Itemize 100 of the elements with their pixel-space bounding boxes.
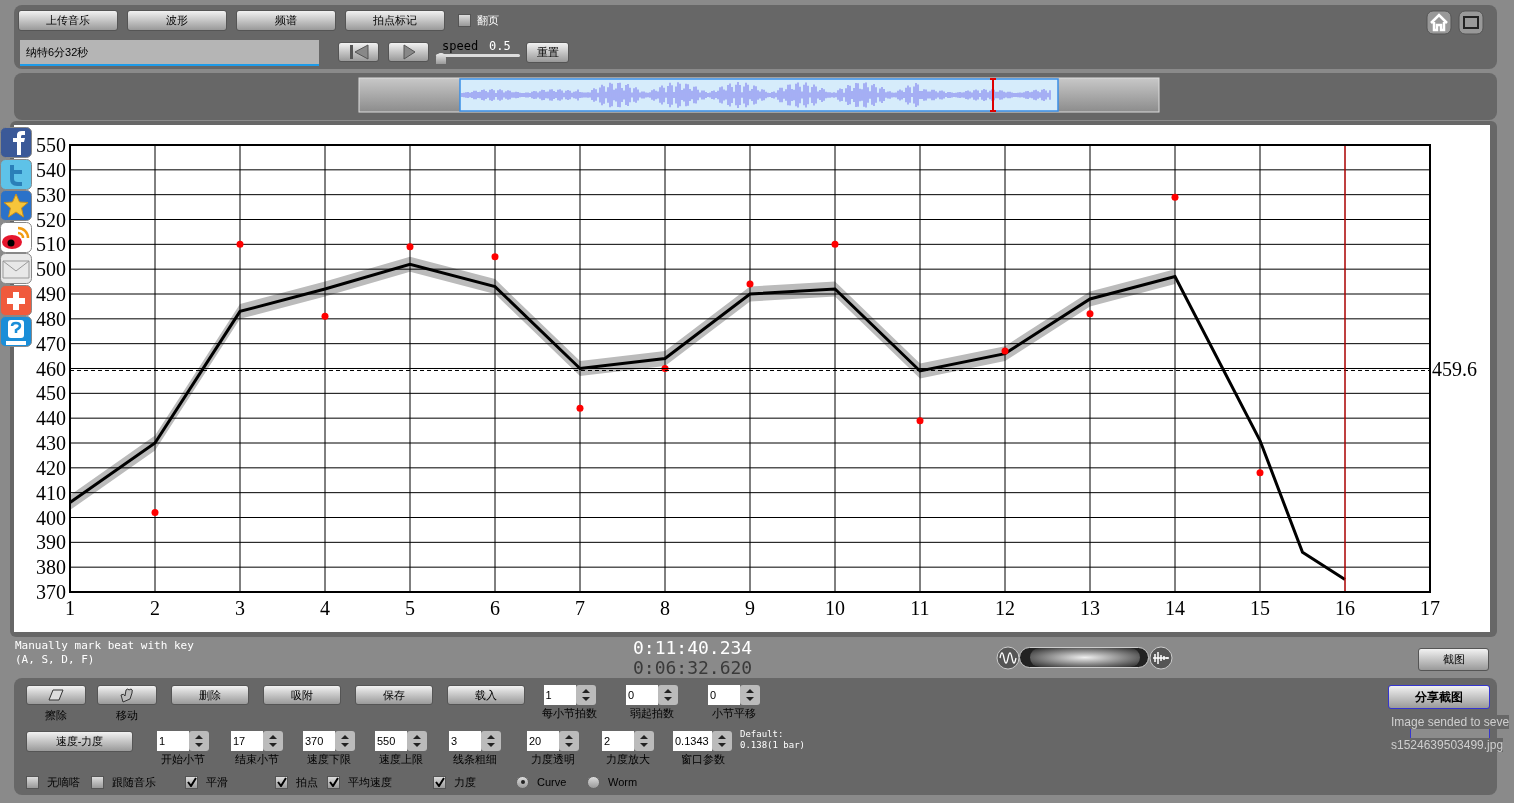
spinner-arrows[interactable] [559, 731, 579, 751]
share-screenshot-button[interactable]: 分享截图 [1388, 685, 1490, 709]
number-field[interactable]: 2 [602, 731, 634, 751]
x-tick-label: 13 [1080, 597, 1100, 619]
spinner-arrows[interactable] [634, 731, 654, 751]
x-tick-label: 15 [1250, 597, 1270, 619]
field-label: 力度放大 [606, 753, 650, 766]
tool-button[interactable] [97, 685, 157, 705]
speed-slider[interactable] [436, 53, 522, 65]
x-tick-label: 3 [235, 597, 245, 619]
y-tick-label: 450 [36, 382, 66, 405]
spinner-arrows[interactable] [740, 685, 760, 705]
toolbar-button[interactable]: 上传音乐 [18, 10, 118, 31]
y-tick-label: 390 [36, 531, 66, 554]
action-button[interactable]: 保存 [355, 685, 433, 705]
y-tick-label: 460 [36, 357, 66, 380]
total-time: 0:11:40.234 [633, 638, 753, 658]
waveform-zoom-icon[interactable] [996, 646, 1020, 670]
hint-text: (A, S, D, F) [15, 653, 96, 667]
option-label: 力度 [454, 775, 476, 790]
action-button[interactable]: 载入 [447, 685, 525, 705]
spectrum-zoom-icon[interactable] [1149, 646, 1173, 670]
action-button[interactable]: 吸附 [263, 685, 341, 705]
number-field[interactable]: 550 [375, 731, 407, 751]
current-time: 0:06:32.620 [633, 658, 753, 678]
beat-point[interactable] [831, 240, 839, 248]
y-tick-label: 440 [36, 407, 66, 430]
toolbar-button[interactable]: 拍点标记 [345, 10, 445, 31]
beat-point[interactable] [1171, 193, 1179, 201]
play-button[interactable] [388, 42, 429, 62]
slider-thumb[interactable] [1030, 648, 1140, 667]
eye-wave-icon[interactable] [0, 221, 32, 253]
tool-label: 移动 [116, 709, 138, 721]
y-tick-label: 510 [36, 233, 66, 256]
spinner-arrows[interactable] [263, 731, 283, 751]
plus-icon[interactable] [0, 284, 32, 316]
zoom-slider[interactable] [1019, 647, 1149, 668]
number-field[interactable]: 1 [157, 731, 189, 751]
number-field[interactable]: 0 [626, 685, 658, 705]
fullscreen-icon[interactable] [1458, 10, 1484, 35]
spinner-arrows[interactable] [575, 685, 596, 705]
number-field[interactable]: 0 [708, 685, 740, 705]
star-icon[interactable] [0, 190, 32, 221]
action-button[interactable]: 删除 [171, 685, 249, 705]
bird-icon[interactable] [0, 158, 32, 190]
x-tick-label: 5 [405, 597, 415, 619]
x-tick-label: 9 [745, 597, 755, 619]
number-field[interactable]: 1 [543, 685, 576, 705]
toolbar-button[interactable]: 频谱 [236, 10, 336, 31]
number-field[interactable]: 20 [527, 731, 559, 751]
waveform-overview[interactable] [358, 77, 1161, 113]
beat-point[interactable] [746, 280, 754, 288]
beat-point[interactable] [236, 240, 244, 248]
field-label: 弱起拍数 [630, 707, 674, 720]
speed-label: speed [442, 38, 479, 55]
rewind-button[interactable] [338, 42, 379, 62]
x-tick-label: 6 [490, 597, 500, 619]
field-label: 力度透明 [531, 753, 575, 766]
spinner-arrows[interactable] [335, 731, 355, 751]
checkbox-label: 翻页 [477, 13, 499, 29]
skip-back-icon [347, 44, 370, 60]
title-field[interactable]: 纳特6分32秒 [20, 40, 319, 66]
y-tick-label: 520 [36, 208, 66, 231]
tool-button[interactable] [26, 685, 86, 705]
spinner-arrows[interactable] [407, 731, 427, 751]
number-field[interactable]: 17 [231, 731, 263, 751]
speed-value: 0.5 [489, 38, 511, 55]
help-icon[interactable] [0, 316, 32, 347]
number-field[interactable]: 3 [449, 731, 481, 751]
number-field[interactable]: 370 [303, 731, 335, 751]
x-tick-label: 10 [825, 597, 845, 619]
spinner-arrows[interactable] [712, 731, 732, 751]
checkbox[interactable] [458, 14, 471, 27]
beat-point[interactable] [661, 365, 669, 372]
x-tick-label: 7 [575, 597, 585, 619]
status-toast: s1524639503499.jpg [1391, 738, 1504, 752]
reset-button[interactable]: 重置 [526, 42, 569, 63]
default-note: Default: [740, 729, 785, 740]
spinner-arrows[interactable] [658, 685, 678, 705]
beat-point[interactable] [1001, 347, 1009, 355]
play-icon [401, 44, 416, 60]
field-label: 每小节拍数 [542, 707, 597, 720]
x-tick-label: 17 [1420, 597, 1440, 619]
x-tick-label: 8 [660, 597, 670, 619]
toolbar-button[interactable]: 波形 [127, 10, 227, 31]
option-label: 平均速度 [348, 775, 392, 790]
spinner-arrows[interactable] [481, 731, 501, 751]
option-label: Worm [608, 775, 638, 790]
field-label: 开始小节 [161, 753, 205, 766]
beat-point[interactable] [916, 417, 924, 425]
screenshot-button[interactable]: 截图 [1418, 648, 1489, 671]
y-tick-label: 480 [36, 307, 66, 330]
number-field[interactable]: 0.1343 [673, 731, 712, 751]
beat-point[interactable] [321, 312, 329, 320]
beat-point[interactable] [406, 243, 414, 251]
spinner-arrows[interactable] [189, 731, 209, 751]
facebook-icon[interactable] [0, 127, 32, 158]
slider-thumb[interactable] [436, 53, 446, 64]
home-icon[interactable] [1426, 10, 1452, 35]
mode-button[interactable]: 速度-力度 [26, 731, 133, 752]
